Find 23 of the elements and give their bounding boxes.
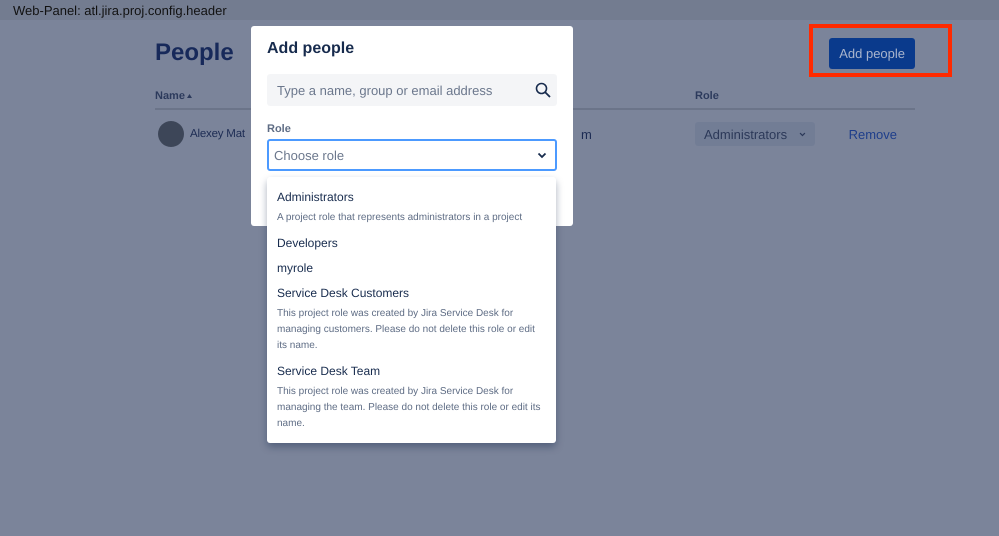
role-select[interactable]: Choose role (267, 139, 557, 171)
column-header[interactable]: Role (695, 90, 719, 102)
user-avatar (158, 121, 184, 147)
page-title: People (155, 39, 234, 67)
table-cell-text: m (580, 126, 593, 142)
add-people-button[interactable]: Add people (829, 38, 915, 68)
field-label: Role (267, 123, 292, 135)
role-option[interactable]: myrole (267, 256, 556, 281)
role-option[interactable]: Administrators A project role that represents administrators in a project (267, 185, 556, 231)
sort-arrow-icon (186, 94, 192, 98)
chevron-down-icon (799, 130, 806, 138)
role-dropdown[interactable]: Administrators (695, 122, 815, 146)
web-panel-label: Web-Panel: atl.jira.proj.config.header (0, 0, 999, 20)
role-option[interactable]: Developers (267, 231, 556, 256)
dialog-title: Add people (267, 40, 356, 59)
search-field[interactable]: Type a name, group or email address (267, 74, 557, 106)
chevron-down-icon (537, 152, 547, 158)
role-option[interactable]: Service Desk Team This project role was created by Jira Service Desk for managing the team. Please do not delete this role or edit its name. (267, 359, 556, 437)
user-name: Alexey Mat (190, 128, 245, 140)
search-icon (535, 82, 551, 98)
column-header[interactable]: Name (155, 90, 185, 102)
role-option[interactable]: Service Desk Customers This project role was created by Jira Service Desk for managing customers. Please do not delete this role or edit its name. (267, 281, 556, 359)
remove-link[interactable]: Remove (848, 126, 897, 142)
